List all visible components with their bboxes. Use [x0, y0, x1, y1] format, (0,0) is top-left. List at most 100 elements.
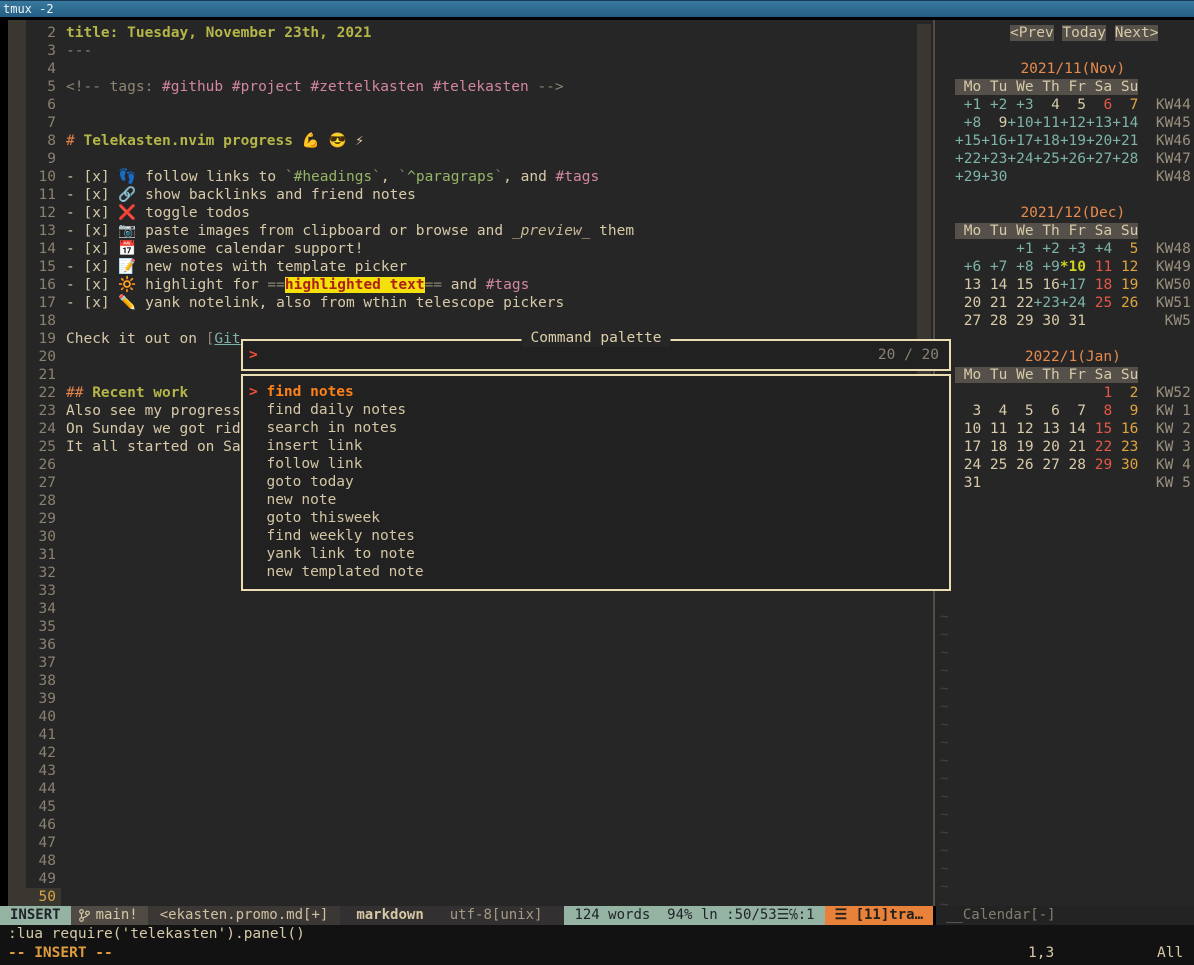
calendar-prev-button[interactable]: <Prev [1010, 25, 1054, 41]
calendar-day-cell[interactable]: +12 [1060, 115, 1086, 131]
calendar-day-cell[interactable]: 25 [1086, 295, 1112, 311]
editor-line[interactable]: 41 [26, 726, 916, 744]
calendar-day-cell[interactable]: 29 [1007, 313, 1033, 329]
editor-line[interactable]: 46 [26, 816, 916, 834]
calendar-next-button[interactable]: Next> [1115, 25, 1159, 41]
calendar-day-cell[interactable]: 27 [1034, 457, 1060, 473]
calendar-day-cell[interactable]: 17 [955, 439, 981, 455]
editor-line[interactable]: 39 [26, 690, 916, 708]
editor-line[interactable]: 3--- [26, 42, 916, 60]
calendar-day-cell[interactable]: +8 [1007, 259, 1033, 275]
calendar-today-button[interactable]: Today [1062, 25, 1106, 41]
calendar-day-cell[interactable]: 8 [1086, 403, 1112, 419]
calendar-day-cell[interactable]: 26 [1007, 457, 1033, 473]
calendar-day-cell[interactable]: 16 [1034, 277, 1060, 293]
editor-line[interactable]: 5<!-- tags: #github #project #zettelkast… [26, 78, 916, 96]
calendar-day-cell[interactable]: 22 [1007, 295, 1033, 311]
editor-line[interactable]: 45 [26, 798, 916, 816]
calendar-day-cell[interactable]: 6 [1086, 97, 1112, 113]
editor-line[interactable]: 48 [26, 852, 916, 870]
editor-line[interactable]: 40 [26, 708, 916, 726]
calendar-day-cell[interactable]: 31 [1060, 313, 1086, 329]
calendar-day-cell[interactable]: +4 [1086, 241, 1112, 257]
calendar-day-cell[interactable]: 7 [1112, 97, 1138, 113]
calendar-day-cell[interactable]: 18 [981, 439, 1007, 455]
calendar-day-cell[interactable]: +13 [1086, 115, 1112, 131]
calendar-day-cell[interactable]: 31 [955, 475, 981, 491]
calendar-day-cell[interactable]: 1 [1086, 385, 1112, 401]
calendar-day-cell[interactable]: +20 [1086, 133, 1112, 149]
palette-item[interactable]: > find notes [243, 383, 949, 401]
calendar-day-cell[interactable]: 13 [1034, 421, 1060, 437]
calendar-day-cell[interactable]: 27 [955, 313, 981, 329]
calendar-day-cell[interactable]: +17 [1007, 133, 1033, 149]
calendar-day-cell[interactable]: 15 [1007, 277, 1033, 293]
calendar-day-cell[interactable]: +3 [1060, 241, 1086, 257]
palette-item[interactable]: new note [243, 491, 949, 509]
palette-item[interactable]: goto today [243, 473, 949, 491]
calendar-day-cell[interactable]: +25 [1034, 151, 1060, 167]
editor-line[interactable]: 47 [26, 834, 916, 852]
calendar-day-cell[interactable]: 18 [1086, 277, 1112, 293]
calendar-day-cell[interactable]: +8 [955, 115, 981, 131]
editor-line[interactable]: 10- [x] 👣 follow links to `#headings`, `… [26, 168, 916, 186]
calendar-day-cell[interactable]: +7 [981, 259, 1007, 275]
calendar-day-cell[interactable]: 28 [1060, 457, 1086, 473]
calendar-day-cell[interactable]: +15 [955, 133, 981, 149]
calendar-day-cell[interactable]: 7 [1060, 403, 1086, 419]
calendar-day-cell[interactable]: 21 [981, 295, 1007, 311]
palette-item[interactable]: follow link [243, 455, 949, 473]
calendar-day-cell[interactable]: 2 [1112, 385, 1138, 401]
calendar-day-cell[interactable]: +26 [1060, 151, 1086, 167]
editor-line[interactable]: 18 [26, 312, 916, 330]
calendar-day-cell[interactable]: +22 [955, 151, 981, 167]
calendar-day-cell[interactable]: 4 [981, 403, 1007, 419]
calendar-day-cell[interactable]: *10 [1060, 259, 1086, 275]
calendar-day-cell[interactable]: 10 [955, 421, 981, 437]
editor-line[interactable]: 11- [x] 🔗 show backlinks and friend note… [26, 186, 916, 204]
calendar-day-cell[interactable]: +27 [1086, 151, 1112, 167]
calendar-day-cell[interactable]: 11 [981, 421, 1007, 437]
editor-line[interactable]: 4 [26, 60, 916, 78]
editor-line[interactable]: 2title: Tuesday, November 23th, 2021 [26, 24, 916, 42]
calendar-day-cell[interactable]: +18 [1034, 133, 1060, 149]
calendar-day-cell[interactable]: 20 [1034, 439, 1060, 455]
calendar-day-cell[interactable]: 13 [955, 277, 981, 293]
calendar-day-cell[interactable]: 20 [955, 295, 981, 311]
calendar-pane[interactable]: <Prev Today Next> 2021/11(Nov) Mo Tu We … [935, 20, 1194, 906]
calendar-day-cell[interactable]: +16 [981, 133, 1007, 149]
calendar-day-cell[interactable]: 5 [1007, 403, 1033, 419]
calendar-day-cell[interactable]: 5 [1112, 241, 1138, 257]
calendar-day-cell[interactable]: 16 [1112, 421, 1138, 437]
editor-line[interactable]: 50 [26, 888, 916, 906]
palette-item[interactable]: find weekly notes [243, 527, 949, 545]
editor-line[interactable]: 38 [26, 672, 916, 690]
calendar-day-cell[interactable]: +30 [981, 169, 1007, 185]
calendar-day-cell[interactable]: 24 [955, 457, 981, 473]
calendar-day-cell[interactable]: 22 [1086, 439, 1112, 455]
palette-item[interactable]: find daily notes [243, 401, 949, 419]
calendar-day-cell[interactable]: +17 [1060, 277, 1086, 293]
calendar-day-cell[interactable]: +9 [1034, 259, 1060, 275]
calendar-day-cell[interactable]: 5 [1060, 97, 1086, 113]
calendar-day-cell[interactable]: 12 [1112, 259, 1138, 275]
editor-line[interactable]: 37 [26, 654, 916, 672]
editor-line[interactable]: 17- [x] ✏️ yank notelink, also from wthi… [26, 294, 916, 312]
editor-line[interactable]: 42 [26, 744, 916, 762]
palette-item[interactable]: new templated note [243, 563, 949, 581]
editor-line[interactable]: 34 [26, 600, 916, 618]
editor-line[interactable]: 13- [x] 📷 paste images from clipboard or… [26, 222, 916, 240]
editor-line[interactable]: 36 [26, 636, 916, 654]
calendar-day-cell[interactable]: +6 [955, 259, 981, 275]
calendar-day-cell[interactable]: +2 [981, 97, 1007, 113]
editor-line[interactable]: 12- [x] ❌ toggle todos [26, 204, 916, 222]
calendar-day-cell[interactable]: 19 [1007, 439, 1033, 455]
calendar-day-cell[interactable]: 4 [1034, 97, 1060, 113]
calendar-day-cell[interactable]: 21 [1060, 439, 1086, 455]
calendar-day-cell[interactable]: +2 [1034, 241, 1060, 257]
calendar-day-cell[interactable]: 26 [1112, 295, 1138, 311]
calendar-day-cell[interactable]: 9 [981, 115, 1007, 131]
calendar-day-cell[interactable]: +19 [1060, 133, 1086, 149]
calendar-day-cell[interactable]: 12 [1007, 421, 1033, 437]
editor-line[interactable]: 43 [26, 762, 916, 780]
